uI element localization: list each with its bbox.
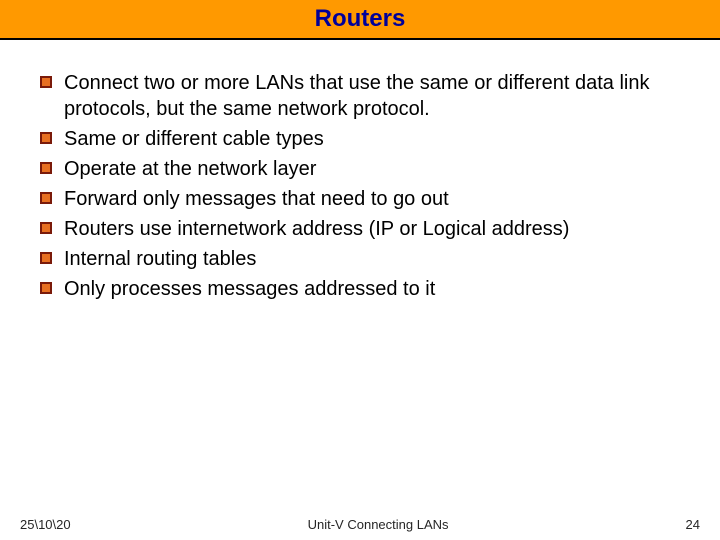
bullet-icon <box>40 132 52 144</box>
bullet-icon <box>40 76 52 88</box>
footer-page-number: 24 <box>686 517 700 532</box>
list-item: Operate at the network layer <box>40 156 700 182</box>
bullet-text: Forward only messages that need to go ou… <box>64 186 449 212</box>
bullet-text: Same or different cable types <box>64 126 324 152</box>
list-item: Only processes messages addressed to it <box>40 276 700 302</box>
list-item: Internal routing tables <box>40 246 700 272</box>
bullet-icon <box>40 282 52 294</box>
bullet-text: Routers use internetwork address (IP or … <box>64 216 569 242</box>
list-item: Connect two or more LANs that use the sa… <box>40 70 700 122</box>
list-item: Same or different cable types <box>40 126 700 152</box>
slide-title: Routers <box>315 5 406 33</box>
list-item: Routers use internetwork address (IP or … <box>40 216 700 242</box>
bullet-text: Operate at the network layer <box>64 156 316 182</box>
footer: 25\10\20 Unit-V Connecting LANs 24 <box>0 517 720 532</box>
list-item: Forward only messages that need to go ou… <box>40 186 700 212</box>
bullet-text: Connect two or more LANs that use the sa… <box>64 70 700 122</box>
footer-date: 25\10\20 <box>20 517 71 532</box>
footer-unit: Unit-V Connecting LANs <box>71 517 686 532</box>
bullet-text: Internal routing tables <box>64 246 256 272</box>
bullet-icon <box>40 252 52 264</box>
content-area: Connect two or more LANs that use the sa… <box>0 40 720 302</box>
title-bar: Routers <box>0 0 720 40</box>
bullet-icon <box>40 162 52 174</box>
bullet-icon <box>40 222 52 234</box>
bullet-text: Only processes messages addressed to it <box>64 276 435 302</box>
bullet-icon <box>40 192 52 204</box>
